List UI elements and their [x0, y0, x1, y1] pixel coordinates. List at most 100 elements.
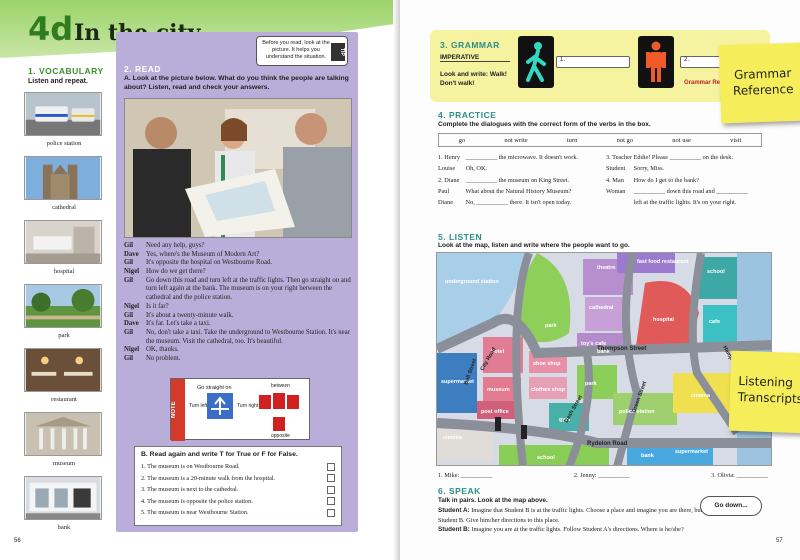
practice-dialogues-right: 3. Teacher Eddie! Please __________ on t… — [606, 152, 772, 209]
listening-transcripts-sticky[interactable]: Listening Transcripts — [728, 350, 800, 434]
dialogue-line: Gil No problem. — [124, 354, 181, 362]
vocab-label: park — [58, 332, 70, 339]
practice-line: 2. Diane __________ the museum on King S… — [438, 176, 570, 184]
speak-instruction: Talk in pairs. Look at the map above. — [438, 497, 548, 504]
practice-line: 1. Henry __________ the microwave. It do… — [438, 154, 579, 161]
turn-right-label: Turn right — [237, 403, 259, 409]
speak-title: 6. SPEAK — [438, 486, 481, 496]
hospital-image — [24, 220, 102, 264]
vocabulary-section: 1. VOCABULARY Listen and repeat. — [28, 66, 108, 85]
svg-text:theatre: theatre — [597, 265, 615, 271]
tf-item: 5. The museum is near Westbourne Station… — [141, 507, 335, 519]
turn-left-label: Turn left — [189, 403, 208, 409]
vocab-label: bank — [57, 524, 71, 531]
tip-box: Before you read, look at the picture. It… — [256, 36, 348, 66]
svg-text:school: school — [537, 455, 555, 461]
tf-item: 2. The museum is a 20-minute walk from t… — [141, 473, 335, 485]
restaurant-image — [24, 348, 102, 392]
true-false-title: B. Read again and write T for True or F … — [141, 451, 298, 458]
between-label: between — [271, 383, 290, 389]
svg-text:supermarket: supermarket — [675, 449, 708, 455]
answer-checkbox[interactable] — [327, 485, 335, 494]
unit-number: 4d — [28, 10, 74, 48]
answer-line[interactable]: 2. Jenny: __________ — [574, 472, 630, 479]
practice-line: 3. Teacher Eddie! Please __________ on t… — [606, 154, 733, 161]
svg-text:park: park — [585, 381, 598, 387]
svg-text:cafe: cafe — [709, 319, 720, 325]
dialogue-line: Nigel OK, thanks. — [124, 346, 179, 354]
tf-item: 3. The museum is next to the cathedral. — [141, 484, 335, 496]
svg-text:clothes shop: clothes shop — [531, 387, 566, 393]
practice-line: Student Sorry, Miss. — [606, 165, 665, 173]
student-a-instruction: Student A: Imagine that Student B is at … — [438, 506, 726, 524]
practice-instruction: Complete the dialogues with the correct … — [438, 121, 651, 128]
svg-text:bank: bank — [641, 453, 655, 459]
park-image — [24, 284, 102, 328]
opposite-label: opposite — [271, 433, 290, 439]
police-station-image — [24, 92, 102, 136]
answer-checkbox[interactable] — [327, 497, 335, 506]
svg-text:shoe shop: shoe shop — [533, 361, 561, 367]
svg-text:underground station: underground station — [445, 279, 499, 285]
dialogue-line: Gil Go down this road and turn left at th… — [124, 276, 351, 302]
svg-text:park: park — [545, 323, 558, 329]
listen-instruction: Look at the map, listen and write where … — [438, 242, 630, 249]
traffic-light-icon — [495, 417, 501, 431]
page-number-right: 57 — [776, 538, 783, 544]
practice-title: 4. PRACTICE — [438, 110, 497, 120]
svg-text:hospital: hospital — [653, 317, 675, 323]
practice-line: Louise Oh, OK. — [438, 165, 488, 173]
dialogue-line: Gil Need any help, guys? — [124, 242, 205, 249]
tip-tag: TIP — [331, 43, 345, 61]
dont-walk-sign-icon — [638, 36, 674, 88]
imperative-label: IMPERATIVE — [440, 54, 480, 61]
grammar-answer-box-1[interactable]: 1. — [556, 56, 630, 68]
vocab-label: hospital — [53, 268, 75, 275]
city-map-drawing: underground station fast food restaurant… — [437, 253, 771, 465]
page-number-left: 56 — [14, 538, 21, 544]
vocabulary-title: 1. VOCABULARY — [28, 66, 104, 76]
speak-instructions: Talk in pairs. Look at the map above. St… — [438, 496, 738, 535]
vocab-item-police-station: police station — [24, 92, 104, 147]
vocab-item-museum: museum — [24, 412, 104, 467]
svg-text:cathedral: cathedral — [589, 305, 614, 311]
answer-checkbox[interactable] — [327, 474, 335, 483]
svg-text:school: school — [707, 269, 725, 275]
svg-text:cinema: cinema — [443, 435, 463, 441]
dialogue-line: Dave It's far. Let's take a taxi. — [124, 320, 211, 328]
people-with-map-illustration — [125, 99, 351, 237]
read-title: 2. READ — [124, 64, 162, 74]
traffic-light-icon — [521, 425, 527, 439]
grammar-reference-sticky[interactable]: Grammar Reference — [718, 42, 800, 124]
tf-item: 4. The museum is opposite the police sta… — [141, 496, 335, 508]
dialogue-line: Nigel How do we get there? — [124, 268, 206, 276]
go-straight-on-label: Go straight on — [197, 385, 232, 391]
vocab-item-restaurant: restaurant — [24, 348, 104, 403]
street-photo — [124, 98, 352, 238]
right-page: 3. GRAMMAR IMPERATIVE Look and write: Wa… — [400, 0, 800, 560]
word: not write — [504, 136, 528, 144]
word: go — [458, 136, 466, 144]
vocab-label: museum — [52, 460, 76, 467]
dialogue-line: Gil It's about a twenty-minute walk. — [124, 311, 234, 319]
vocab-label: restaurant — [51, 396, 77, 403]
word-box: go not write turn not go not use visit — [438, 133, 762, 147]
listen-title: 5. LISTEN — [438, 232, 483, 242]
word: turn — [566, 136, 578, 144]
tf-item: 1. The museum is on Westbourne Road. — [141, 461, 335, 473]
tip-text: Before you read, look at the picture. It… — [262, 40, 330, 61]
dialogue-line: Gil It's opposite the hospital on Westbou… — [124, 259, 273, 267]
answer-checkbox[interactable] — [327, 508, 335, 517]
practice-line: Diane No, __________ there. It isn't ope… — [438, 199, 572, 207]
svg-text:post office: post office — [481, 409, 509, 415]
vocab-item-cathedral: cathedral — [24, 156, 104, 211]
word: not go — [616, 136, 634, 144]
answer-line[interactable]: 3. Olivia: __________ — [711, 472, 768, 479]
answer-line[interactable]: 1. Mike: __________ — [438, 472, 492, 479]
dialogue-line: Gil No, don't take a taxi. Take the under… — [124, 328, 350, 345]
practice-line: 4. Man How do I get to the bank? — [606, 176, 699, 184]
vocab-label: cathedral — [52, 204, 76, 211]
dialogue-line: Dave Yes, where's the Museum of Modern Ar… — [124, 250, 260, 258]
answer-checkbox[interactable] — [327, 462, 335, 471]
student-b-instruction: Student B: Imagine you are at the traffi… — [438, 526, 684, 534]
